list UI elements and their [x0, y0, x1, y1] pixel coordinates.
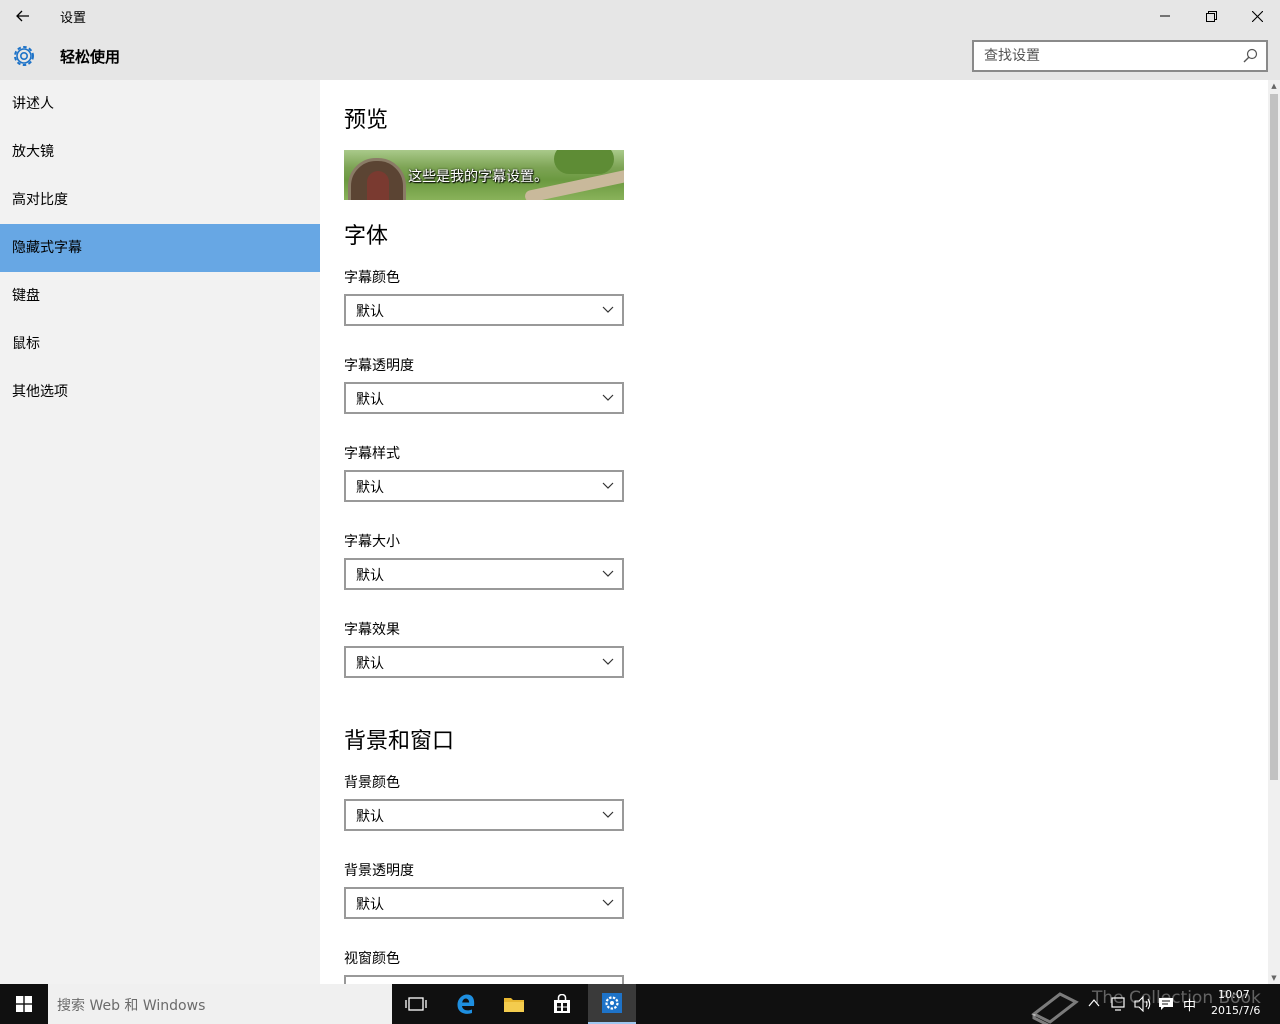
caption-opacity-label: 字幕透明度: [344, 358, 414, 374]
caption-style-dropdown[interactable]: 默认: [344, 470, 624, 502]
task-view-button[interactable]: [392, 984, 440, 1024]
action-center-icon[interactable]: [1158, 996, 1174, 1012]
gear-icon: [14, 46, 34, 66]
background-window-heading: 背景和窗口: [344, 729, 455, 754]
restore-icon: [1205, 10, 1217, 22]
chevron-down-icon: [602, 899, 614, 906]
volume-icon[interactable]: [1134, 996, 1152, 1012]
settings-header: 轻松使用: [0, 32, 1280, 80]
settings-gear-icon: [602, 993, 622, 1013]
windows-logo-icon: [16, 996, 32, 1012]
preview-bush: [554, 150, 614, 174]
preview-scenery: [348, 158, 406, 200]
scroll-thumb[interactable]: [1270, 94, 1278, 780]
sidebar-item-closed-captions[interactable]: 隐藏式字幕: [0, 224, 320, 272]
start-button[interactable]: [0, 984, 48, 1024]
taskbar-search-placeholder: 搜索 Web 和 Windows: [57, 998, 206, 1014]
background-color-dropdown[interactable]: 默认: [344, 799, 624, 831]
sidebar-item-other-options[interactable]: 其他选项: [0, 368, 320, 416]
edge-icon: [457, 994, 475, 1014]
dropdown-value: 默认: [356, 480, 384, 496]
title-bar: 设置: [0, 0, 1280, 32]
caption-color-dropdown[interactable]: 默认: [344, 294, 624, 326]
dropdown-value: 默认: [356, 656, 384, 672]
taskbar: 搜索 Web 和 Windows The Collection Book 中 1…: [0, 984, 1280, 1024]
taskbar-search-box[interactable]: 搜索 Web 和 Windows: [48, 984, 392, 1024]
file-explorer-button[interactable]: [490, 984, 538, 1024]
minimize-icon: [1160, 15, 1170, 17]
caption-effects-label: 字幕效果: [344, 622, 400, 638]
chevron-down-icon: [602, 811, 614, 818]
arrow-left-icon: [16, 10, 29, 22]
chevron-down-icon: [602, 394, 614, 401]
main-content: 预览 这些是我的字幕设置。 字体 字幕颜色 默认 字幕透明度 默认 字幕样式 默…: [320, 80, 1268, 984]
chevron-down-icon: [602, 570, 614, 577]
chevron-down-icon: [602, 482, 614, 489]
dropdown-value: 默认: [356, 304, 384, 320]
sidebar: 讲述人 放大镜 高对比度 隐藏式字幕 键盘 鼠标 其他选项: [0, 80, 320, 984]
font-heading: 字体: [344, 224, 389, 249]
app-title: 设置: [60, 11, 87, 26]
chevron-down-icon: [602, 658, 614, 665]
back-button[interactable]: [0, 0, 46, 32]
caption-preview-image: 这些是我的字幕设置。: [344, 150, 624, 200]
scroll-up-icon[interactable]: ▲: [1268, 80, 1280, 92]
sidebar-item-keyboard[interactable]: 键盘: [0, 272, 320, 320]
sidebar-item-mouse[interactable]: 鼠标: [0, 320, 320, 368]
settings-taskbar-button[interactable]: [588, 984, 636, 1024]
preview-heading: 预览: [344, 108, 389, 133]
caption-size-label: 字幕大小: [344, 534, 400, 550]
edge-browser-button[interactable]: [442, 984, 490, 1024]
dropdown-value: 默认: [356, 568, 384, 584]
watermark-book-icon: [1031, 992, 1079, 1024]
store-bag-icon: [554, 994, 570, 1013]
clock-date[interactable]: 2015/7/6: [1211, 1004, 1260, 1017]
window-color-label: 视窗颜色: [344, 951, 400, 967]
section-title: 轻松使用: [60, 48, 121, 66]
clock-time[interactable]: 10:07: [1218, 988, 1250, 1001]
search-input[interactable]: [984, 46, 1234, 66]
caption-effects-dropdown[interactable]: 默认: [344, 646, 624, 678]
ime-indicator[interactable]: 中: [1183, 995, 1196, 1014]
background-opacity-dropdown[interactable]: 默认: [344, 887, 624, 919]
dropdown-value: 默认: [356, 809, 384, 825]
dropdown-value: 默认: [356, 392, 384, 408]
close-icon: [1251, 10, 1263, 22]
chevron-down-icon: [602, 306, 614, 313]
close-button[interactable]: [1234, 0, 1280, 32]
minimize-button[interactable]: [1142, 0, 1188, 32]
scroll-down-icon[interactable]: ▼: [1268, 972, 1280, 984]
background-color-label: 背景颜色: [344, 775, 400, 791]
caption-style-label: 字幕样式: [344, 446, 400, 462]
sidebar-item-high-contrast[interactable]: 高对比度: [0, 176, 320, 224]
window-color-dropdown[interactable]: [344, 975, 624, 984]
caption-color-label: 字幕颜色: [344, 270, 400, 286]
background-opacity-label: 背景透明度: [344, 863, 414, 879]
store-button[interactable]: [538, 984, 586, 1024]
show-hidden-icons-icon[interactable]: [1088, 998, 1100, 1008]
content-scrollbar[interactable]: ▲ ▼: [1268, 80, 1280, 984]
dropdown-value: 默认: [356, 897, 384, 913]
network-icon[interactable]: [1110, 996, 1126, 1012]
search-icon[interactable]: [1242, 48, 1258, 64]
sidebar-item-narrator[interactable]: 讲述人: [0, 80, 320, 128]
preview-caption-text: 这些是我的字幕设置。: [408, 169, 548, 185]
sidebar-item-magnifier[interactable]: 放大镜: [0, 128, 320, 176]
caption-opacity-dropdown[interactable]: 默认: [344, 382, 624, 414]
restore-button[interactable]: [1188, 0, 1234, 32]
task-view-icon: [405, 997, 427, 1011]
search-box[interactable]: [972, 40, 1268, 72]
caption-size-dropdown[interactable]: 默认: [344, 558, 624, 590]
folder-icon: [504, 998, 524, 1012]
